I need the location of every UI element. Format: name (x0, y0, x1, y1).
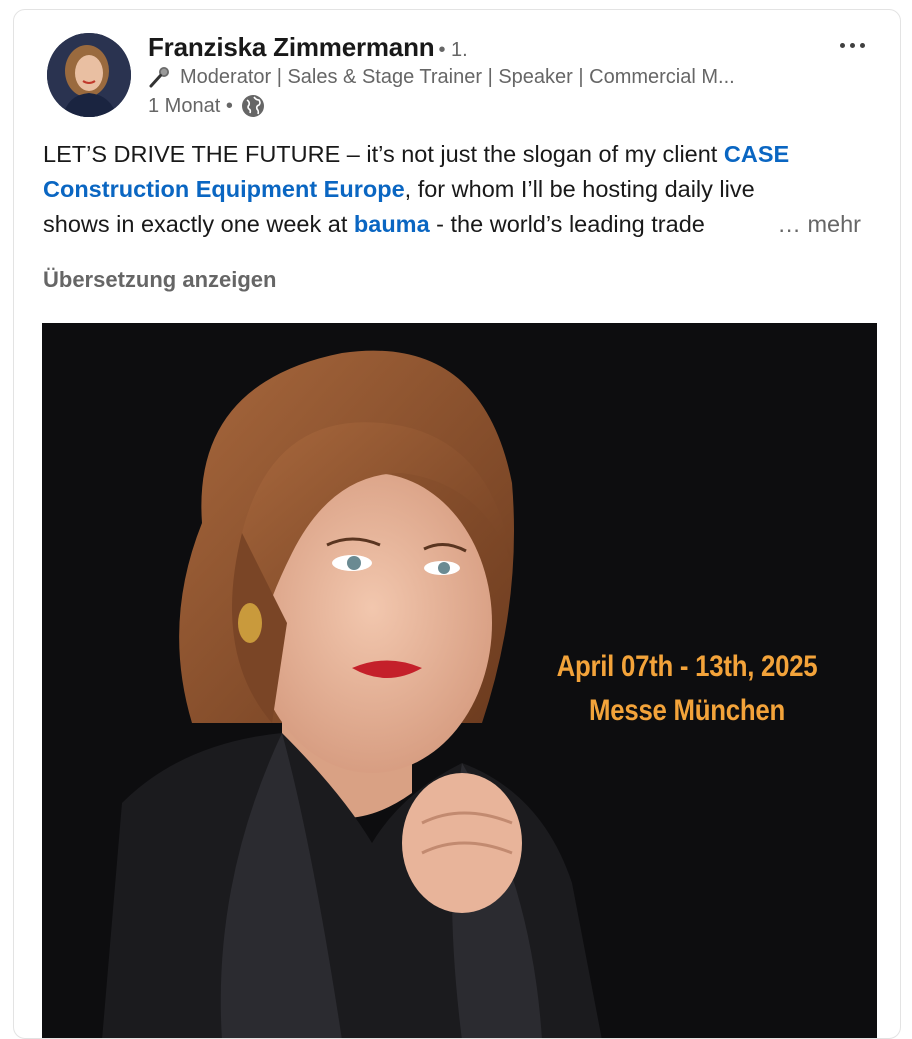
mention-case-full[interactable]: Construction Equipment Europe (43, 176, 405, 202)
dot-icon (839, 42, 845, 48)
mention-case[interactable]: CASE (724, 141, 789, 167)
post-text-segment: LET’S DRIVE THE FUTURE – it’s not just t… (43, 141, 724, 167)
author-name[interactable]: Franziska Zimmermann (148, 32, 435, 62)
dot-icon (859, 42, 865, 48)
event-details: April 07th - 13th, 2025 Messe München (545, 645, 829, 733)
post-text-segment: - the world’s leading trade (429, 211, 705, 237)
event-venue: Messe München (589, 694, 785, 727)
mention-bauma[interactable]: bauma (354, 211, 430, 237)
event-date: April 07th - 13th, 2025 (556, 650, 818, 683)
globe-icon (241, 95, 264, 117)
feed-post-card: Franziska Zimmermann • 1. Moderator | Sal… (13, 9, 901, 1039)
author-avatar[interactable] (47, 33, 131, 117)
post-text-segment: shows in exactly one week at (43, 211, 354, 237)
dot-icon (849, 42, 855, 48)
post-image[interactable]: April 07th - 13th, 2025 Messe München (42, 323, 877, 1038)
see-more-button[interactable]: … mehr (777, 207, 861, 242)
post-body: LET’S DRIVE THE FUTURE – it’s not just t… (43, 137, 875, 242)
author-headline[interactable]: Moderator | Sales & Stage Trainer | Spea… (148, 65, 808, 89)
connection-degree: • 1. (438, 39, 468, 61)
microphone-icon (149, 67, 169, 88)
author-photo (47, 33, 131, 117)
post-timestamp: 1 Monat • (148, 94, 233, 117)
post-options-button[interactable] (832, 30, 872, 60)
author-headline-text: Moderator | Sales & Stage Trainer | Spea… (180, 65, 735, 88)
post-text-segment: , for whom I’ll be hosting daily live (404, 176, 755, 202)
show-translation-button[interactable]: Übersetzung anzeigen (43, 267, 276, 293)
